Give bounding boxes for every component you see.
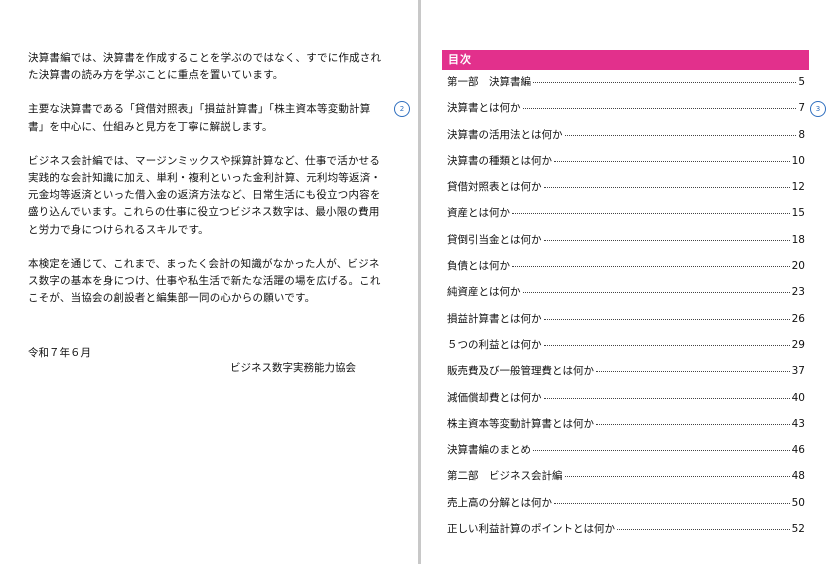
toc-dot-leader bbox=[543, 344, 790, 346]
toc-entry-page: 43 bbox=[791, 417, 805, 430]
toc-dot-leader bbox=[512, 213, 790, 215]
toc-entry[interactable]: 売上高の分解とは何か 50 bbox=[447, 495, 805, 521]
toc-entry-page: 15 bbox=[791, 207, 805, 220]
toc-dot-leader bbox=[533, 450, 790, 452]
toc-dot-leader bbox=[512, 266, 790, 268]
toc-entry[interactable]: 資産とは何か 15 bbox=[447, 205, 805, 231]
toc-entry[interactable]: 負債とは何か 20 bbox=[447, 258, 805, 284]
toc-entry[interactable]: 純資産とは何か 23 bbox=[447, 284, 805, 310]
page-number-right[interactable]: 3 bbox=[810, 101, 826, 117]
toc-entry-page: 40 bbox=[791, 391, 805, 404]
toc-entry[interactable]: 決算書の種類とは何か 10 bbox=[447, 153, 805, 179]
toc-entry-title: 株主資本等変動計算書とは何か bbox=[447, 417, 594, 430]
toc-entry-page: 20 bbox=[791, 260, 805, 273]
toc-entry-title: 減価償却費とは何か bbox=[447, 391, 542, 404]
toc-title: 目次 bbox=[442, 50, 809, 70]
toc-entry-title: 決算書の活用法とは何か bbox=[447, 128, 563, 141]
toc-entry[interactable]: 損益計算書とは何か 26 bbox=[447, 311, 805, 337]
toc-entry-title: 貸借対照表とは何か bbox=[447, 181, 542, 194]
left-page: 決算書編では、決算書を作成することを学ぶのではなく、すでに作成された決算書の読み… bbox=[0, 0, 418, 564]
toc-entry-title: 貸倒引当金とは何か bbox=[447, 233, 542, 246]
toc-entry[interactable]: 決算書の活用法とは何か 8 bbox=[447, 127, 805, 153]
toc-dot-leader bbox=[543, 397, 790, 399]
toc-dot-leader bbox=[533, 82, 797, 83]
toc-entry-title: 第二部 ビジネス会計編 bbox=[447, 470, 563, 483]
date-line: 令和７年６月 bbox=[28, 347, 91, 359]
toc-entry[interactable]: 決算書編のまとめ 46 bbox=[447, 442, 805, 468]
toc-entry-page: 5 bbox=[798, 76, 805, 88]
toc-entry-title: 負債とは何か bbox=[447, 260, 510, 273]
toc-dot-leader bbox=[564, 476, 790, 478]
toc-entry[interactable]: 減価償却費とは何か 40 bbox=[447, 390, 805, 416]
toc-entry-page: 37 bbox=[791, 365, 805, 378]
toc-entry[interactable]: 貸借対照表とは何か 12 bbox=[447, 179, 805, 205]
toc-entry-page: 10 bbox=[791, 154, 805, 167]
toc-entry-page: 8 bbox=[798, 128, 805, 141]
table-of-contents: 第一部 決算書編 5 決算書とは何か 7 決算書の活用法とは何か 8 決算書の種類とは何か 1… bbox=[447, 74, 805, 547]
toc-entry-title: 決算書とは何か bbox=[447, 102, 521, 115]
toc-entry-title: 第一部 決算書編 bbox=[447, 76, 531, 88]
toc-dot-leader bbox=[554, 502, 790, 504]
toc-entry[interactable]: 株主資本等変動計算書とは何か 43 bbox=[447, 416, 805, 442]
intro-paragraph-2: 主要な決算書である「貸借対照表」「損益計算書」「株主資本等変動計算書」を中心に、… bbox=[28, 103, 371, 133]
toc-entry[interactable]: 決算書とは何か 7 bbox=[447, 100, 805, 126]
page-number-left[interactable]: 2 bbox=[394, 101, 410, 117]
toc-entry-page: 50 bbox=[791, 496, 805, 509]
toc-dot-leader bbox=[554, 160, 790, 162]
intro-paragraph-4: 本検定を通じて、これまで、まったく会計の知識がなかった人が、ビジネス数字の基本を… bbox=[28, 257, 381, 305]
toc-entry-page: 12 bbox=[791, 181, 805, 194]
intro-paragraph-1: 決算書編では、決算書を作成することを学ぶのではなく、すでに作成された決算書の読み… bbox=[28, 52, 382, 82]
toc-entry[interactable]: ５つの利益とは何か 29 bbox=[447, 337, 805, 363]
toc-dot-leader bbox=[543, 318, 790, 320]
toc-entry-title: 損益計算書とは何か bbox=[447, 312, 542, 325]
toc-entry-page: 52 bbox=[791, 523, 805, 536]
toc-entry-title: 資産とは何か bbox=[447, 207, 510, 220]
toc-dot-leader bbox=[596, 371, 790, 373]
toc-entry[interactable]: 正しい利益計算のポイントとは何か 52 bbox=[447, 521, 805, 547]
toc-entry-page: 26 bbox=[791, 312, 805, 325]
toc-dot-leader bbox=[596, 423, 790, 425]
organization-name: ビジネス数字実務能力協会 bbox=[230, 362, 356, 374]
toc-dot-leader bbox=[543, 187, 790, 189]
toc-dot-leader bbox=[522, 292, 790, 294]
toc-entry-title: 正しい利益計算のポイントとは何か bbox=[447, 523, 615, 536]
toc-entry-title: 純資産とは何か bbox=[447, 286, 521, 299]
toc-entry-page: 46 bbox=[791, 444, 805, 457]
toc-entry-page: 7 bbox=[798, 102, 805, 115]
toc-entry-title: ５つの利益とは何か bbox=[447, 338, 542, 351]
toc-entry-page: 23 bbox=[791, 286, 805, 299]
toc-entry-page: 48 bbox=[791, 470, 805, 483]
toc-dot-leader bbox=[564, 134, 797, 136]
toc-entry-title: 決算書編のまとめ bbox=[447, 444, 531, 457]
toc-entry[interactable]: 貸倒引当金とは何か 18 bbox=[447, 232, 805, 258]
toc-entry[interactable]: 第二部 ビジネス会計編 48 bbox=[447, 468, 805, 494]
toc-dot-leader bbox=[543, 239, 790, 241]
toc-entry-title: 売上高の分解とは何か bbox=[447, 496, 552, 509]
toc-entry[interactable]: 第一部 決算書編 5 bbox=[447, 74, 805, 100]
toc-entry-page: 18 bbox=[791, 233, 805, 246]
toc-entry-title: 決算書の種類とは何か bbox=[447, 154, 552, 167]
toc-entry-page: 29 bbox=[791, 338, 805, 351]
intro-text: 決算書編では、決算書を作成することを学ぶのではなく、すでに作成された決算書の読み… bbox=[28, 50, 383, 324]
toc-entry[interactable]: 販売費及び一般管理費とは何か 37 bbox=[447, 363, 805, 389]
toc-dot-leader bbox=[617, 529, 790, 531]
toc-entry-title: 販売費及び一般管理費とは何か bbox=[447, 365, 594, 378]
intro-paragraph-3: ビジネス会計編では、マージンミックスや採算計算など、仕事で活かせる実践的な会計知… bbox=[28, 154, 382, 236]
toc-dot-leader bbox=[522, 108, 797, 110]
